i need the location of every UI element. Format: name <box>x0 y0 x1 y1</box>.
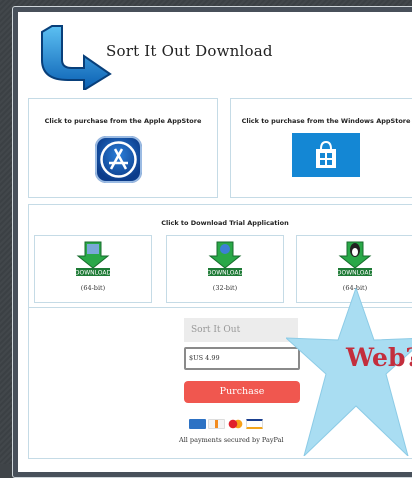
windows-download-icon[interactable]: DOWNLOAD <box>205 240 245 280</box>
windows-download-caption: (32-bit) <box>212 284 238 292</box>
price-field[interactable]: $US 4.99 <box>184 347 300 370</box>
amex-card-icon <box>189 419 206 429</box>
apple-store-label: Click to purchase from the Apple AppStor… <box>44 117 202 125</box>
linux-download-icon[interactable]: DOWNLOAD <box>335 240 375 280</box>
mac-download-icon[interactable]: DOWNLOAD <box>73 240 113 280</box>
windows-store-icon[interactable] <box>292 133 360 177</box>
mastercard-card-icon <box>227 419 244 429</box>
page-title: Sort It Out Download <box>106 42 273 60</box>
web-overlay-label: Web? <box>346 343 412 372</box>
download-badge-text: DOWNLOAD <box>337 270 374 277</box>
product-name-field: Sort It Out <box>184 318 298 342</box>
mac-download-card[interactable]: DOWNLOAD (64-bit) <box>34 235 152 303</box>
download-badge-text: DOWNLOAD <box>75 270 112 277</box>
windows-download-card[interactable]: DOWNLOAD (32-bit) <box>166 235 284 303</box>
windows-store-card[interactable]: Click to purchase from the Windows AppSt… <box>230 98 412 198</box>
windows-bag-icon <box>316 140 336 168</box>
header: Sort It Out Download <box>18 12 412 96</box>
purchase-button[interactable]: Purchase <box>184 381 300 403</box>
download-badge-text: DOWNLOAD <box>207 270 244 277</box>
visa-card-icon <box>246 419 263 429</box>
blue-curved-arrow-icon <box>41 25 112 90</box>
trial-label: Click to Download Trial Application <box>161 219 289 227</box>
app-store-glyph-icon <box>100 141 137 178</box>
apple-store-card[interactable]: Click to purchase from the Apple AppStor… <box>28 98 218 198</box>
windows-store-label: Click to purchase from the Windows AppSt… <box>241 117 411 125</box>
app-store-icon[interactable] <box>95 136 142 183</box>
mac-download-caption: (64-bit) <box>80 284 106 292</box>
discover-card-icon <box>208 419 225 429</box>
star-burst-icon <box>286 288 412 456</box>
paypal-secured-text: All payments secured by PayPal <box>179 436 284 444</box>
